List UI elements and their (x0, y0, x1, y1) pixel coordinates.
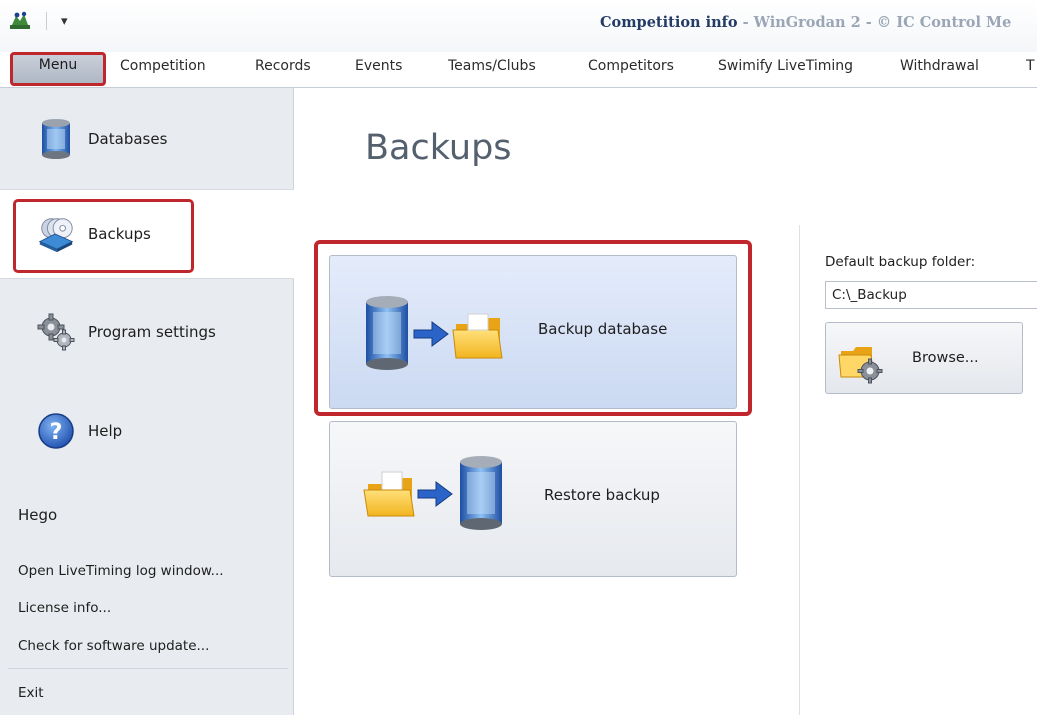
tab-swimify-livetiming[interactable]: Swimify LiveTiming (718, 58, 853, 74)
sidebar-item-backups[interactable]: Backups (0, 189, 294, 279)
folder-to-database-icon (363, 456, 502, 530)
folder-settings-icon (838, 347, 883, 384)
ribbon-tabs: Menu Competition Records Events Teams/Cl… (0, 52, 1037, 88)
quick-access-toolbar: ▾ (8, 10, 68, 32)
exit-link[interactable]: Exit (18, 685, 44, 701)
window-app-title: - WinGrodan 2 - © IC Control Me (737, 14, 1012, 31)
backups-panel: Backups Backup database Restore backup D… (295, 88, 1037, 715)
sidebar-item-label: Help (88, 422, 123, 440)
sidebar-item-databases[interactable]: Databases (0, 88, 294, 189)
default-backup-folder-label: Default backup folder: (825, 254, 976, 270)
database-to-folder-icon (366, 296, 503, 370)
sidebar-item-program-settings[interactable]: Program settings (0, 280, 294, 384)
backstage-sidebar: Databases Backups Program settings ? Hel… (0, 88, 294, 715)
window-doc-title: Competition info (600, 14, 738, 31)
window-title: Competition info - WinGrodan 2 - © IC Co… (600, 14, 1037, 31)
gears-icon (37, 313, 75, 351)
tab-records[interactable]: Records (255, 58, 311, 74)
tab-competition[interactable]: Competition (120, 58, 206, 74)
sidebar-item-help[interactable]: ? Help (0, 384, 294, 478)
license-info-link[interactable]: License info... (18, 600, 111, 616)
title-bar: ▾ Competition info - WinGrodan 2 - © IC … (0, 0, 1037, 52)
page-title: Backups (365, 128, 512, 168)
tab-truncated[interactable]: T (1026, 58, 1035, 74)
sidebar-item-label: Program settings (88, 323, 216, 341)
tab-events[interactable]: Events (355, 58, 402, 74)
button-label: Backup database (538, 320, 668, 338)
qat-dropdown-icon[interactable]: ▾ (61, 14, 68, 29)
backup-database-button[interactable]: Backup database (314, 240, 752, 416)
database-icon (42, 118, 70, 159)
tab-competitors[interactable]: Competitors (588, 58, 674, 74)
svg-text:?: ? (50, 420, 63, 445)
tab-withdrawal[interactable]: Withdrawal (900, 58, 979, 74)
help-icon: ? (38, 413, 74, 449)
sidebar-section-title: Hego (18, 506, 58, 524)
open-livetiming-log-link[interactable]: Open LiveTiming log window... (18, 563, 224, 579)
browse-button[interactable]: Browse... (825, 322, 1023, 394)
panel-divider (799, 225, 800, 715)
default-backup-folder-input[interactable] (825, 281, 1037, 309)
tab-menu[interactable]: Menu (10, 52, 106, 86)
check-software-update-link[interactable]: Check for software update... (18, 638, 209, 654)
selection-highlight (13, 199, 194, 273)
sidebar-divider (8, 668, 288, 669)
tab-teams-clubs[interactable]: Teams/Clubs (448, 58, 536, 74)
qat-separator (46, 12, 47, 30)
button-label: Restore backup (544, 486, 660, 504)
sidebar-item-label: Databases (88, 129, 168, 148)
button-label: Browse... (912, 350, 979, 366)
app-logo-icon[interactable] (8, 10, 32, 32)
restore-backup-button[interactable]: Restore backup (329, 421, 737, 577)
